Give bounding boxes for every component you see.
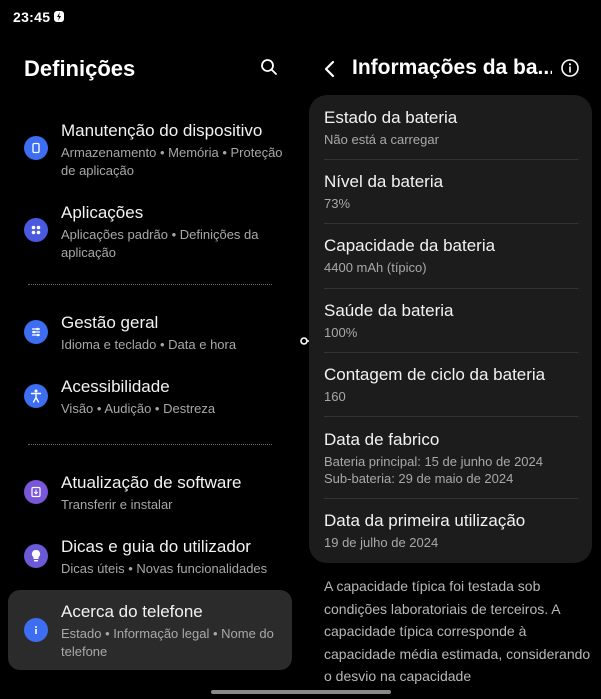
status-bar: 23:45 73: [0, 0, 601, 350]
divider: [324, 223, 578, 224]
battery-capacity-row: Capacidade da bateria 4400 mAh (típico): [324, 235, 578, 276]
divider: [28, 444, 272, 445]
manufacture-date-row: Data de fabrico Bateria principal: 15 de…: [324, 429, 578, 487]
item-title: Aplicações: [61, 203, 144, 222]
info-icon[interactable]: [560, 58, 580, 83]
row-value: 19 de julho de 2024: [324, 535, 439, 550]
item-title: Atualização de software: [61, 473, 242, 492]
row-title: Estado da bateria: [324, 108, 458, 127]
row-title: Capacidade da bateria: [324, 236, 496, 255]
row-value: 73%: [324, 196, 351, 211]
item-title: Gestão geral: [61, 313, 159, 332]
item-title: Acessibilidade: [61, 377, 170, 396]
divider: [324, 288, 578, 289]
item-subtitle: Idioma e teclado • Data e hora: [61, 337, 237, 352]
battery-status-row: Estado da bateria Não está a carregar: [324, 107, 578, 148]
settings-item-about-phone[interactable]: Acerca do telefone Estado • Informação l…: [8, 590, 292, 670]
settings-title: Definições: [24, 56, 136, 81]
row-title: Data da primeira utilização: [324, 511, 526, 530]
row-value: 100%: [324, 325, 358, 340]
settings-item-general-management[interactable]: Gestão geral Idioma e teclado • Data e h…: [8, 306, 292, 358]
settings-panel: Definições Manutenção do dispositivo Arm…: [0, 34, 300, 699]
device-care-icon: [24, 136, 48, 160]
divider: [324, 416, 578, 417]
row-title: Saúde da bateria: [324, 301, 454, 320]
item-subtitle: Estado • Informação legal • Nome do tele…: [61, 626, 274, 659]
settings-item-software-update[interactable]: Atualização de software Transferir e ins…: [8, 466, 292, 518]
battery-health-row: Saúde da bateria 100%: [324, 300, 578, 341]
item-subtitle: Dicas úteis • Novas funcionalidades: [61, 561, 268, 576]
first-use-date-row: Data da primeira utilização 19 de julho …: [324, 510, 578, 551]
divider: [28, 284, 272, 285]
app-notification-icon: [53, 10, 65, 28]
status-time: 23:45: [13, 9, 51, 25]
capacity-note: A capacidade típica foi testada sob cond…: [324, 578, 591, 684]
item-title: Manutenção do dispositivo: [61, 121, 263, 140]
row-title: Nível da bateria: [324, 172, 444, 191]
divider: [324, 159, 578, 160]
home-indicator[interactable]: [211, 690, 391, 694]
item-subtitle: Transferir e instalar: [61, 497, 173, 512]
row-value: Bateria principal: 15 de junho de 2024: [324, 454, 543, 469]
sliders-icon: [24, 320, 48, 344]
apps-icon: [24, 218, 48, 242]
item-title: Dicas e guia do utilizador: [61, 537, 251, 556]
search-icon[interactable]: [260, 58, 280, 78]
item-subtitle: Aplicações padrão • Definições da aplica…: [61, 227, 259, 260]
row-title: Contagem de ciclo da bateria: [324, 365, 546, 384]
page-title: Informações da ba...: [352, 56, 552, 79]
divider: [324, 352, 578, 353]
item-subtitle: Armazenamento • Memória • Proteção de ap…: [61, 145, 283, 178]
software-update-icon: [24, 480, 48, 504]
cycle-count-row: Contagem de ciclo da bateria 160: [324, 364, 578, 405]
row-title: Data de fabrico: [324, 430, 440, 449]
back-arrow-icon[interactable]: [322, 60, 336, 83]
settings-item-device-care[interactable]: Manutenção do dispositivo Armazenamento …: [8, 114, 292, 184]
accessibility-icon: [24, 384, 48, 408]
settings-item-accessibility[interactable]: Acessibilidade Visão • Audição • Destrez…: [8, 370, 292, 422]
row-value: Não está a carregar: [324, 132, 439, 147]
row-value: 160: [324, 389, 346, 404]
battery-info-card: Estado da bateria Não está a carregar Ní…: [309, 95, 592, 563]
row-value: 4400 mAh (típico): [324, 260, 427, 275]
lightbulb-icon: [24, 544, 48, 568]
battery-level-row: Nível da bateria 73%: [324, 171, 578, 212]
info-icon: [24, 618, 48, 642]
row-value: Sub-bateria: 29 de maio de 2024: [324, 471, 514, 486]
battery-info-panel: Informações da ba... Estado da bateria N…: [300, 34, 601, 699]
settings-item-tips-guide[interactable]: Dicas e guia do utilizador Dicas úteis •…: [8, 530, 292, 582]
settings-item-apps[interactable]: Aplicações Aplicações padrão • Definiçõe…: [8, 196, 292, 266]
item-title: Acerca do telefone: [61, 602, 203, 621]
divider: [324, 498, 578, 499]
item-subtitle: Visão • Audição • Destreza: [61, 401, 216, 416]
